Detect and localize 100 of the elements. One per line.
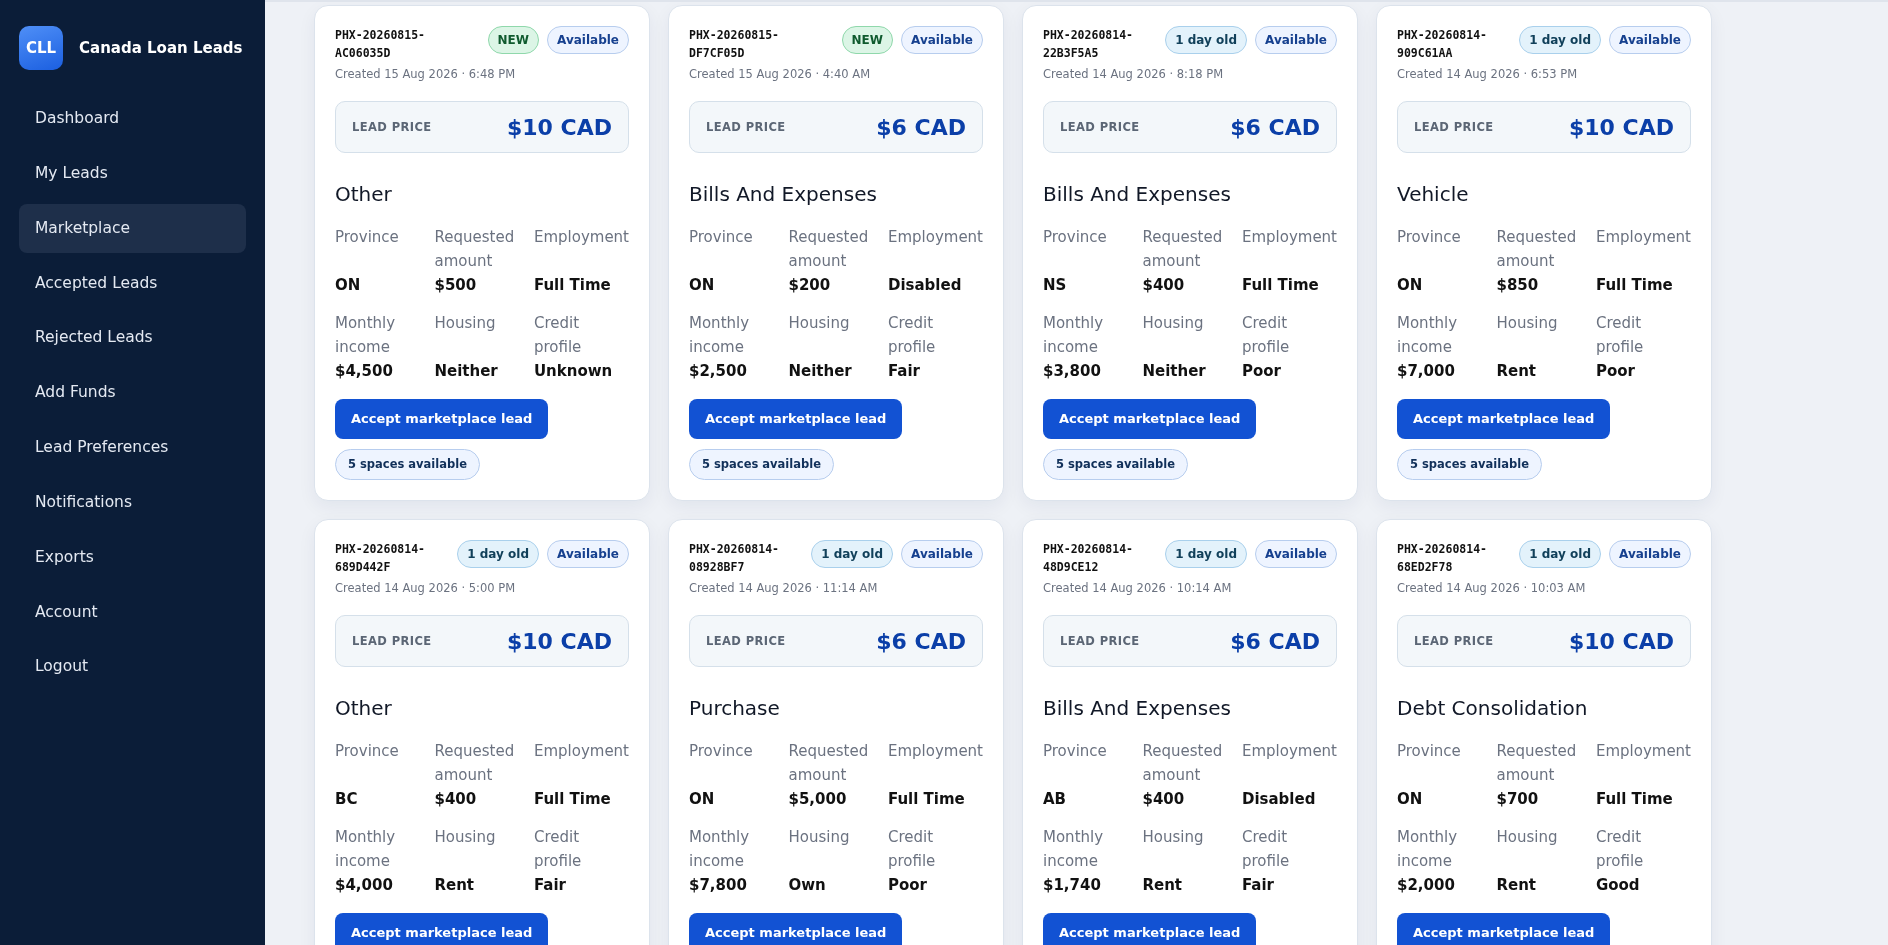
field-value: Own <box>788 875 827 897</box>
brand-name: Canada Loan Leads <box>79 37 243 59</box>
status-badge: Available <box>1609 26 1691 54</box>
field-value: NS <box>1043 275 1068 297</box>
field-label: Housing <box>1496 827 1559 849</box>
created-date: Created 14 Aug 2026 · 10:14 AM <box>1043 580 1233 597</box>
field-label: Credit profile <box>1595 313 1645 359</box>
age-badge: 1 day old <box>1165 540 1248 568</box>
field-label: Monthly income <box>1397 827 1459 873</box>
field-label: Monthly income <box>1397 313 1459 359</box>
field-value: Poor <box>1241 361 1282 383</box>
field-label: Employment <box>1595 227 1691 249</box>
field-value: $1,740 <box>1043 875 1102 897</box>
nav-item[interactable]: Marketplace <box>19 203 246 253</box>
field-value: ON <box>689 789 716 811</box>
field-value: $5,000 <box>788 789 848 811</box>
created-date: Created 14 Aug 2026 · 11:14 AM <box>689 580 879 597</box>
accept-button[interactable]: Accept marketplace lead <box>689 399 903 439</box>
field-label: Employment <box>533 227 629 249</box>
field-label: Province <box>1043 741 1108 763</box>
lead-id: PHX-20260814-48D9CE12 <box>1043 541 1134 576</box>
field-value: Rent <box>434 875 476 897</box>
field-label: Employment <box>1595 741 1691 763</box>
price-label: LEAD PRICE <box>1060 632 1140 650</box>
field-label: Province <box>689 227 754 249</box>
created-date: Created 15 Aug 2026 · 6:48 PM <box>335 66 517 83</box>
field-value: $4,000 <box>335 875 394 897</box>
lead-category: Purchase <box>689 695 781 723</box>
price-label: LEAD PRICE <box>1414 632 1494 650</box>
nav-item[interactable]: Rejected Leads <box>19 313 246 363</box>
price-value: $10 CAD <box>1569 113 1674 142</box>
lead-id: PHX-20260814-909C61AA <box>1397 27 1488 62</box>
lead-id: PHX-20260814-08928BF7 <box>689 541 780 576</box>
field-value: AB <box>1043 789 1068 811</box>
field-value: Unknown <box>533 361 614 383</box>
nav-item[interactable]: Logout <box>19 642 246 692</box>
price-value: $10 CAD <box>507 627 612 656</box>
field-value: ON <box>335 275 362 297</box>
field-value: Poor <box>1595 361 1636 383</box>
field-value: Neither <box>1142 361 1207 383</box>
field-value: ON <box>1397 789 1424 811</box>
price-value: $10 CAD <box>1569 627 1674 656</box>
price-label: LEAD PRICE <box>352 118 432 136</box>
nav-item[interactable]: My Leads <box>19 148 246 199</box>
accept-button[interactable]: Accept marketplace lead <box>1397 913 1611 945</box>
accept-button[interactable]: Accept marketplace lead <box>335 399 549 439</box>
price-label: LEAD PRICE <box>352 632 432 650</box>
field-label: Housing <box>434 313 497 335</box>
created-date: Created 15 Aug 2026 · 4:40 AM <box>689 66 872 83</box>
field-label: Province <box>689 741 754 763</box>
accept-button[interactable]: Accept marketplace lead <box>335 913 549 945</box>
field-value: Rent <box>1496 875 1538 897</box>
field-value: Fair <box>533 875 567 897</box>
price-label: LEAD PRICE <box>1414 118 1494 136</box>
lead-id: PHX-20260814-689D442F <box>335 541 426 576</box>
field-label: Province <box>1043 227 1108 249</box>
field-value: Disabled <box>887 275 963 297</box>
status-badge: Available <box>901 26 983 54</box>
lead-category: Bills And Expenses <box>1043 695 1232 723</box>
field-label: Housing <box>434 827 497 849</box>
price-value: $6 CAD <box>876 627 966 656</box>
field-value: Rent <box>1496 361 1538 383</box>
nav-item[interactable]: Exports <box>19 532 246 582</box>
field-label: Housing <box>788 827 851 849</box>
field-label: Province <box>335 741 400 763</box>
accept-button[interactable]: Accept marketplace lead <box>1397 399 1611 439</box>
field-value: Full Time <box>1595 789 1674 811</box>
field-value: Full Time <box>887 789 966 811</box>
lead-category: Other <box>335 181 393 209</box>
field-label: Requested amount <box>1496 227 1578 273</box>
lead-id: PHX-20260815-DF7CF05D <box>689 27 780 62</box>
lead-category: Vehicle <box>1397 181 1470 209</box>
field-value: $7,800 <box>689 875 748 897</box>
field-label: Monthly income <box>1043 827 1105 873</box>
nav-item[interactable]: Add Funds <box>19 368 246 418</box>
created-date: Created 14 Aug 2026 · 8:18 PM <box>1043 66 1225 83</box>
new-badge: NEW <box>487 26 540 54</box>
nav-item[interactable]: Accepted Leads <box>19 258 246 308</box>
nav-item[interactable]: Account <box>19 587 246 637</box>
lead-id: PHX-20260814-22B3F5A5 <box>1043 27 1134 62</box>
field-label: Credit profile <box>887 827 937 873</box>
field-label: Credit profile <box>1595 827 1645 873</box>
field-value: ON <box>689 275 716 297</box>
nav-item[interactable]: Lead Preferences <box>19 423 246 473</box>
lead-category: Other <box>335 695 393 723</box>
field-label: Province <box>335 227 400 249</box>
accept-button[interactable]: Accept marketplace lead <box>1043 913 1257 945</box>
accept-button[interactable]: Accept marketplace lead <box>1043 399 1257 439</box>
lead-category: Bills And Expenses <box>1043 181 1232 209</box>
field-label: Requested amount <box>1142 227 1224 273</box>
field-label: Employment <box>533 741 629 763</box>
field-value: $200 <box>788 275 832 297</box>
field-value: Poor <box>887 875 928 897</box>
accept-button[interactable]: Accept marketplace lead <box>689 913 903 945</box>
nav-item[interactable]: Notifications <box>19 477 246 528</box>
nav-item[interactable]: Dashboard <box>19 94 246 144</box>
field-value: $400 <box>1142 275 1186 297</box>
field-value: $7,000 <box>1397 361 1456 383</box>
age-badge: 1 day old <box>1519 540 1602 568</box>
price-value: $6 CAD <box>1230 627 1320 656</box>
